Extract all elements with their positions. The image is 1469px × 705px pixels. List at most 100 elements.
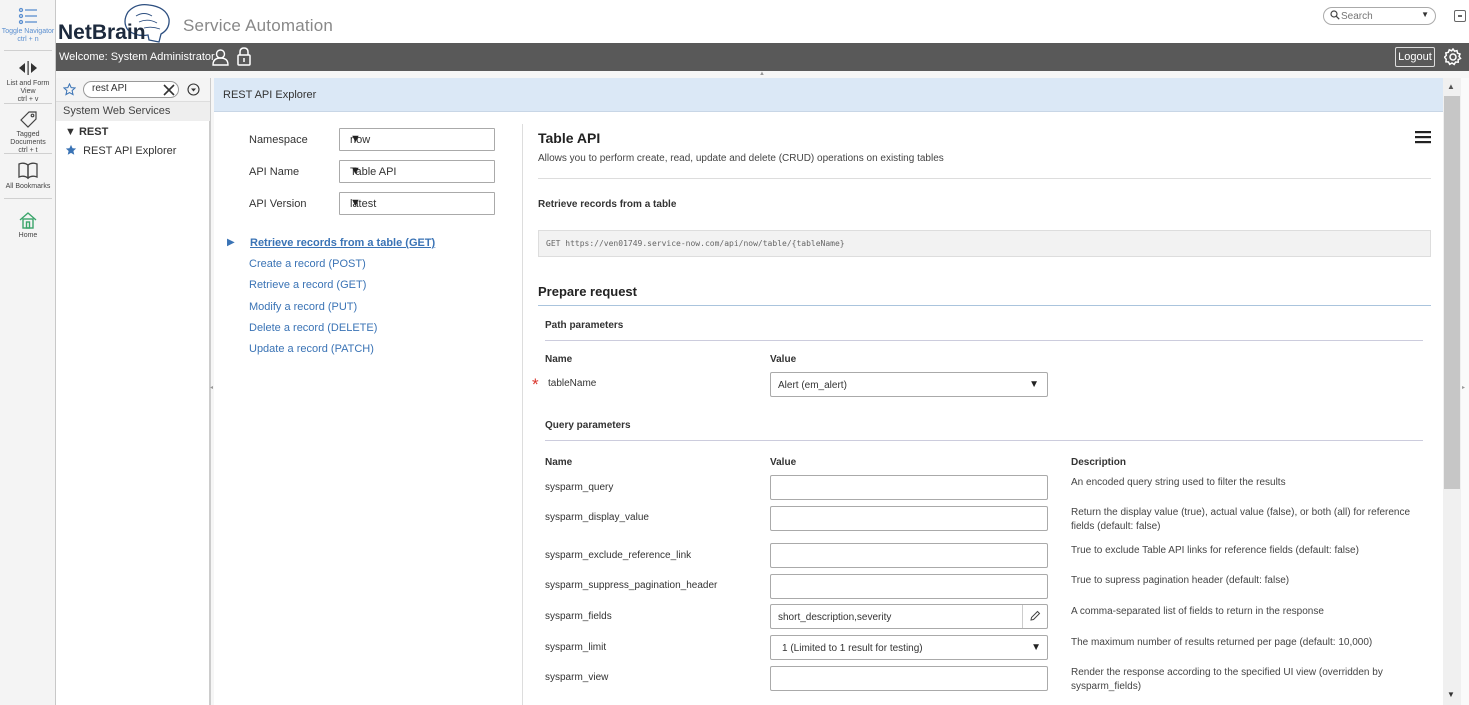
path-name-header: Name: [545, 354, 573, 365]
rail-divider: [4, 50, 52, 51]
chevron-down-icon[interactable]: ▼: [1421, 10, 1429, 19]
navigator-group-rest[interactable]: ▼ REST: [65, 126, 108, 138]
netbrain-logo: NetBrain: [58, 4, 170, 43]
sysparm-view-input[interactable]: [770, 666, 1048, 691]
method-link-modify-record[interactable]: Modify a record (PUT): [249, 301, 357, 313]
sysparm-display-value-input[interactable]: [770, 506, 1048, 531]
split-view-icon: [19, 61, 37, 75]
query-param-name: sysparm_display_value: [545, 512, 649, 523]
api-title: Table API: [538, 130, 601, 146]
chevron-down-icon: ▼: [350, 165, 361, 177]
sysparm-fields-input[interactable]: short_description,severity: [770, 604, 1048, 629]
query-param-name: sysparm_fields: [545, 611, 612, 622]
top-collapse-strip[interactable]: ▲: [56, 71, 1469, 78]
tagged-documents-label: Tagged Documents: [10, 131, 46, 146]
method-link-retrieve-record[interactable]: Retrieve a record (GET): [249, 279, 366, 291]
chevron-down-icon: ▼: [1029, 379, 1039, 390]
path-parameters-title: Path parameters: [545, 320, 624, 331]
method-link-retrieve-records[interactable]: Retrieve records from a table (GET): [250, 237, 435, 249]
lock-icon[interactable]: [236, 47, 252, 66]
chevron-down-icon: ▼: [350, 197, 361, 209]
star-outline-icon[interactable]: [63, 83, 76, 96]
query-param-name: sysparm_query: [545, 482, 614, 493]
toggle-navigator-button[interactable]: Toggle Navigator ctrl + n: [0, 6, 56, 44]
query-param-description: An encoded query string used to filter t…: [1071, 477, 1286, 488]
api-name-label: API Name: [249, 166, 300, 178]
navigator-item-rest-api-explorer[interactable]: REST API Explorer: [65, 144, 176, 157]
path-param-name: tableName: [548, 378, 597, 389]
prepare-request-title: Prepare request: [538, 284, 637, 299]
divider: [538, 305, 1431, 306]
query-param-value: short_description,severity: [778, 612, 892, 623]
content-header: REST API Explorer: [214, 78, 1443, 112]
scroll-up-icon[interactable]: ▲: [1447, 82, 1455, 91]
hamburger-menu-icon[interactable]: [1414, 129, 1432, 145]
tagged-documents-button[interactable]: Tagged Documents ctrl + t: [0, 109, 56, 155]
logo-wordmark: NetBrain: [58, 21, 146, 43]
right-collapse-strip[interactable]: ▸: [1461, 78, 1469, 705]
operation-title: Retrieve records from a table: [538, 199, 677, 210]
active-method-arrow-icon: ▶: [227, 237, 235, 248]
sysparm-suppress-pagination-header-input[interactable]: [770, 574, 1048, 599]
search-input[interactable]: [1341, 9, 1411, 23]
request-url: GET https://ven01749.service-now.com/api…: [546, 239, 845, 248]
list-form-view-button[interactable]: List and Form View ctrl + v: [0, 58, 56, 104]
query-param-name: sysparm_exclude_reference_link: [545, 550, 692, 561]
rail-divider: [4, 198, 52, 199]
global-search[interactable]: ▼: [1323, 7, 1436, 25]
edit-fields-button[interactable]: [1022, 605, 1047, 628]
scrollbar-thumb[interactable]: [1444, 96, 1460, 489]
scroll-down-icon[interactable]: ▼: [1447, 690, 1455, 699]
minimize-icon: [1458, 15, 1462, 17]
api-version-label: API Version: [249, 198, 307, 210]
method-link-delete-record[interactable]: Delete a record (DELETE): [249, 322, 377, 334]
query-param-name: sysparm_view: [545, 672, 609, 683]
navigator-collapse-strip[interactable]: ◂: [210, 78, 214, 705]
window-control-button[interactable]: [1454, 10, 1466, 22]
all-bookmarks-button[interactable]: All Bookmarks: [0, 161, 56, 191]
welcome-text: Welcome: System Administrator: [59, 51, 215, 63]
close-icon[interactable]: [162, 83, 176, 97]
star-filled-icon: [65, 144, 77, 155]
home-label: Home: [18, 232, 38, 239]
dropdown-circle-icon[interactable]: [187, 83, 200, 96]
navigator-section-title[interactable]: System Web Services: [56, 102, 210, 121]
logout-button[interactable]: Logout: [1395, 47, 1435, 67]
query-param-description: Render the response according to the spe…: [1071, 667, 1383, 692]
sysparm-limit-select[interactable]: 1 (Limited to 1 result for testing) ▼: [770, 635, 1048, 660]
chevron-down-icon: ▼: [1031, 642, 1041, 653]
app-window: Toggle Navigator ctrl + n List and Form …: [0, 0, 1469, 705]
table-name-select[interactable]: Alert (em_alert) ▼: [770, 372, 1048, 397]
navigator-filter-input[interactable]: [92, 83, 152, 94]
left-rail: Toggle Navigator ctrl + n List and Form …: [0, 0, 56, 705]
collapse-up-icon: ▲: [759, 71, 765, 77]
home-button[interactable]: Home: [0, 210, 56, 240]
query-param-name: sysparm_limit: [545, 642, 607, 653]
sysparm-exclude-reference-link-input[interactable]: [770, 543, 1048, 568]
all-bookmarks-label: All Bookmarks: [5, 183, 51, 190]
query-param-name: sysparm_suppress_pagination_header: [545, 580, 718, 591]
query-param-description: A comma-separated list of fields to retu…: [1071, 606, 1324, 617]
namespace-label: Namespace: [249, 134, 308, 146]
divider: [538, 178, 1431, 179]
method-link-create-record[interactable]: Create a record (POST): [249, 258, 366, 270]
sysparm-query-input[interactable]: [770, 475, 1048, 500]
content-title: REST API Explorer: [223, 89, 317, 101]
table-name-value: Alert (em_alert): [778, 380, 847, 391]
query-param-description: True to exclude Table API links for refe…: [1071, 545, 1359, 556]
navigator-filter[interactable]: [83, 81, 179, 98]
query-parameters-title: Query parameters: [545, 420, 631, 431]
query-param-value: 1 (Limited to 1 result for testing): [782, 643, 923, 654]
namespace-select[interactable]: now ▼: [339, 128, 495, 151]
api-name-select[interactable]: Table API ▼: [339, 160, 495, 183]
user-icon[interactable]: [212, 48, 229, 66]
list-icon: [18, 7, 37, 25]
api-version-select[interactable]: latest ▼: [339, 192, 495, 215]
list-form-view-label: List and Form View: [6, 80, 50, 95]
method-link-update-record[interactable]: Update a record (PATCH): [249, 343, 374, 355]
divider: [545, 440, 1423, 441]
toggle-navigator-shortcut: ctrl + n: [17, 36, 39, 43]
divider: [545, 340, 1423, 341]
required-marker: *: [532, 375, 539, 394]
gear-icon[interactable]: [1444, 48, 1462, 66]
